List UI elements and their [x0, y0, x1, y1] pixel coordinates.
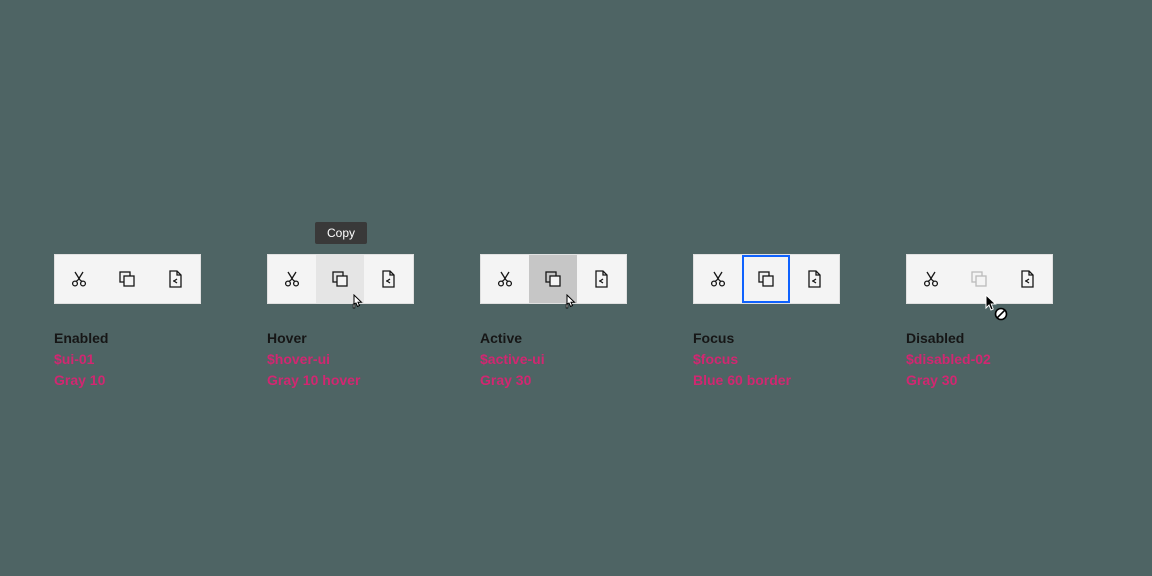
copy-icon: [117, 269, 137, 289]
toolbar: [906, 254, 1053, 304]
state-hover: Copy Hover $hover-ui Gray 10 hover: [267, 254, 459, 390]
state-focus: Focus $focus Blue 60 border: [693, 254, 885, 390]
paste-icon: [804, 269, 824, 289]
state-active: Active $active-ui Gray 30: [480, 254, 672, 390]
state-token: $hover-ui: [267, 349, 459, 369]
paste-button[interactable]: [577, 255, 625, 303]
state-enabled: Enabled $ui-01 Gray 10: [54, 254, 246, 390]
cut-button[interactable]: [694, 255, 742, 303]
copy-icon: [330, 269, 350, 289]
state-desc: Gray 30: [906, 370, 1098, 390]
state-desc: Gray 10 hover: [267, 370, 459, 390]
pointer-cursor-icon: [562, 294, 580, 316]
cut-icon: [495, 269, 515, 289]
paste-icon: [1017, 269, 1037, 289]
cut-button[interactable]: [481, 255, 529, 303]
pointer-cursor-icon: [349, 294, 367, 316]
state-title: Hover: [267, 328, 459, 349]
paste-button[interactable]: [1003, 255, 1051, 303]
state-labels: Focus $focus Blue 60 border: [693, 328, 885, 390]
tooltip: Copy: [315, 222, 367, 244]
paste-button[interactable]: [151, 255, 199, 303]
state-token: $ui-01: [54, 349, 246, 369]
cut-icon: [282, 269, 302, 289]
state-labels: Active $active-ui Gray 30: [480, 328, 672, 390]
state-title: Enabled: [54, 328, 246, 349]
copy-button[interactable]: [742, 255, 790, 303]
state-token: $active-ui: [480, 349, 672, 369]
paste-icon: [378, 269, 398, 289]
paste-button[interactable]: [790, 255, 838, 303]
paste-icon: [591, 269, 611, 289]
paste-icon: [165, 269, 185, 289]
state-desc: Blue 60 border: [693, 370, 885, 390]
state-labels: Disabled $disabled-02 Gray 30: [906, 328, 1098, 390]
state-disabled: Disabled $disabled-02 Gray 30: [906, 254, 1098, 390]
toolbar: [267, 254, 414, 304]
cut-icon: [921, 269, 941, 289]
state-title: Focus: [693, 328, 885, 349]
state-token: $disabled-02: [906, 349, 1098, 369]
toolbar: [54, 254, 201, 304]
toolbar: [480, 254, 627, 304]
states-row: Enabled $ui-01 Gray 10 Copy Hover $hover…: [54, 254, 1098, 390]
copy-button[interactable]: [103, 255, 151, 303]
state-desc: Gray 10: [54, 370, 246, 390]
state-title: Disabled: [906, 328, 1098, 349]
copy-icon: [969, 269, 989, 289]
state-title: Active: [480, 328, 672, 349]
not-allowed-icon: [994, 307, 1008, 321]
cut-icon: [69, 269, 89, 289]
toolbar: [693, 254, 840, 304]
state-token: $focus: [693, 349, 885, 369]
cut-icon: [708, 269, 728, 289]
copy-icon: [543, 269, 563, 289]
cut-button[interactable]: [907, 255, 955, 303]
state-labels: Enabled $ui-01 Gray 10: [54, 328, 246, 390]
copy-icon: [756, 269, 776, 289]
cut-button[interactable]: [55, 255, 103, 303]
cut-button[interactable]: [268, 255, 316, 303]
paste-button[interactable]: [364, 255, 412, 303]
state-labels: Hover $hover-ui Gray 10 hover: [267, 328, 459, 390]
state-desc: Gray 30: [480, 370, 672, 390]
